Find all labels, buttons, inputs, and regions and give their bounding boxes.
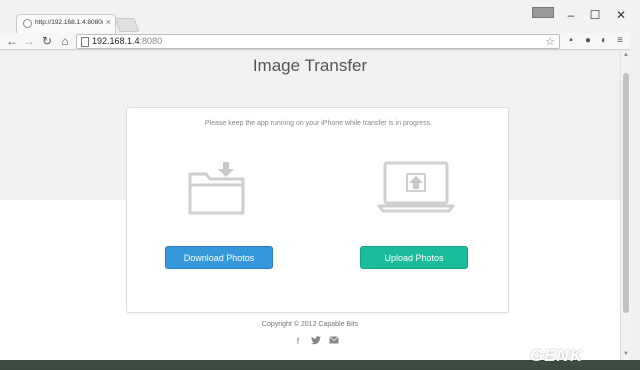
copyright-text: Copyright © 2012 Capable Bits xyxy=(261,321,359,328)
browser-tab[interactable]: http://192.168.1.4:8080/ × xyxy=(16,14,116,33)
instruction-text: Please keep the app running on your iPho… xyxy=(204,120,433,127)
close-window-button[interactable]: ✕ xyxy=(606,4,636,26)
download-photos-button[interactable]: Download Photos xyxy=(165,246,273,269)
genk-watermark: GENK xyxy=(530,346,584,365)
twitter-icon[interactable] xyxy=(311,336,321,346)
folder-download-icon xyxy=(188,162,245,215)
email-icon[interactable] xyxy=(329,336,339,346)
address-bar[interactable]: 192.168.1.4:8080 ☆ xyxy=(76,34,560,49)
browser-titlebar: http://192.168.1.4:8080/ × – ☐ ✕ xyxy=(0,0,640,33)
upload-photos-button[interactable]: Upload Photos xyxy=(360,246,468,269)
tab-title: http://192.168.1.4:8080/ xyxy=(35,19,103,26)
url-text: 192.168.1.4:8080 xyxy=(92,36,163,46)
extension-icon-3[interactable]: ◐ xyxy=(598,35,610,47)
browser-toolbar: ← → ↻ ⌂ 192.168.1.4:8080 ☆ ▪ ● ◐ ≡ xyxy=(0,33,640,50)
scroll-thumb[interactable] xyxy=(623,73,629,313)
page-icon xyxy=(81,37,89,47)
page-title: Image Transfer xyxy=(252,56,368,75)
forward-icon[interactable]: → xyxy=(22,34,36,48)
menu-icon[interactable]: ≡ xyxy=(614,35,626,47)
tab-favicon-icon xyxy=(23,19,32,28)
back-icon[interactable]: ← xyxy=(5,34,19,48)
page-viewport: Image Transfer Please keep the app runni… xyxy=(0,51,620,360)
transfer-card: Please keep the app running on your iPho… xyxy=(126,107,509,313)
window-edge xyxy=(630,33,640,360)
scroll-down-icon[interactable]: ▼ xyxy=(622,351,630,359)
scroll-up-icon[interactable]: ▲ xyxy=(622,52,630,60)
home-icon[interactable]: ⌂ xyxy=(58,34,72,48)
window-user-badge[interactable] xyxy=(532,7,554,18)
page-scrollbar[interactable]: ▲ ▼ xyxy=(620,51,630,360)
laptop-upload-icon xyxy=(377,161,455,213)
facebook-icon[interactable]: f xyxy=(293,336,303,346)
extension-icon-2[interactable]: ● xyxy=(582,35,594,47)
extension-icon[interactable]: ▪ xyxy=(565,35,577,47)
new-tab-button[interactable] xyxy=(114,18,140,32)
tab-close-button[interactable]: × xyxy=(106,17,111,27)
reload-icon[interactable]: ↻ xyxy=(40,34,54,48)
bookmark-star-icon[interactable]: ☆ xyxy=(545,35,555,48)
